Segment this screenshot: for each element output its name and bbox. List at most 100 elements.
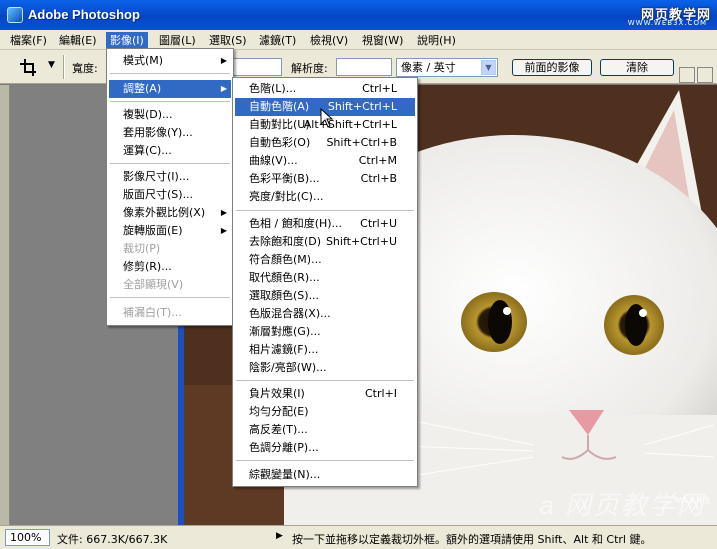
menu-divider	[236, 380, 414, 381]
status-menu-arrow-icon[interactable]: ▶	[276, 531, 283, 541]
resolution-label: 解析度:	[291, 62, 328, 75]
palette-well-icon[interactable]	[697, 67, 713, 83]
menu-item-curves[interactable]: 曲線(V)... Ctrl+M	[235, 152, 415, 170]
menu-item-adjust[interactable]: 調整(A) ▶	[109, 80, 231, 98]
menu-divider	[236, 210, 414, 211]
menu-item-desaturate[interactable]: 去除飽和度(D) Shift+Ctrl+U	[235, 233, 415, 251]
menu-item-label: 全部顯現(V)	[123, 278, 184, 291]
front-image-button[interactable]: 前面的影像	[512, 59, 592, 76]
menu-item-photo-filter[interactable]: 相片濾鏡(F)...	[235, 341, 415, 359]
menu-item-auto-color[interactable]: 自動色彩(O) Shift+Ctrl+B	[235, 134, 415, 152]
menu-divider	[110, 297, 230, 298]
menu-item-mode[interactable]: 模式(M) ▶	[109, 52, 231, 70]
toolbox-palette	[0, 85, 10, 525]
submenu-arrow-icon: ▶	[220, 56, 227, 65]
menu-item-variations[interactable]: 綜觀變量(N)...	[235, 466, 415, 484]
menu-item-label: 運算(C)...	[123, 144, 172, 157]
window-title: Adobe Photoshop	[28, 7, 140, 22]
menu-item-reveal-all: 全部顯現(V)	[109, 276, 231, 294]
width-label: 寬度:	[72, 62, 98, 75]
resolution-unit-select[interactable]: 像素 / 英寸 ▼	[396, 58, 498, 77]
menu-item-brightness-contrast[interactable]: 亮度/對比(C)...	[235, 188, 415, 206]
mouse-cursor-icon	[320, 108, 334, 128]
menu-item-label: 自動色階(A)	[249, 100, 310, 113]
submenu-arrow-icon: ▶	[220, 226, 227, 235]
menu-window[interactable]: 視窗(W)	[358, 32, 407, 49]
menu-item-label: 陰影/亮部(W)...	[249, 361, 327, 374]
menu-item-image-size[interactable]: 影像尺寸(I)...	[109, 168, 231, 186]
menu-item-rotate-canvas[interactable]: 旋轉版面(E) ▶	[109, 222, 231, 240]
menu-item-label: 色彩平衡(B)...	[249, 172, 320, 185]
menu-item-selective-color[interactable]: 選取顏色(S)...	[235, 287, 415, 305]
resolution-field[interactable]	[336, 58, 392, 76]
toolbar-separator	[63, 55, 65, 79]
shortcut-label: Shift+Ctrl+B	[326, 136, 397, 149]
menu-item-shadow-highlight[interactable]: 陰影/亮部(W)...	[235, 359, 415, 377]
menu-item-posterize[interactable]: 色調分離(P)...	[235, 439, 415, 457]
menu-item-gradient-map[interactable]: 漸層對應(G)...	[235, 323, 415, 341]
menu-layer[interactable]: 圖層(L)	[155, 32, 200, 49]
menu-item-channel-mixer[interactable]: 色版混合器(X)...	[235, 305, 415, 323]
adjust-submenu: 色階(L)... Ctrl+L 自動色階(A) Shift+Ctrl+L 自動對比(…	[232, 77, 418, 487]
menu-item-label: 裁切(P)	[123, 242, 161, 255]
menu-select[interactable]: 選取(S)	[205, 32, 251, 49]
menu-item-calculations[interactable]: 運算(C)...	[109, 142, 231, 160]
tool-hint-text: 按一下並拖移以定義裁切外框。額外的選項請使用 Shift、Alt 和 Ctrl …	[292, 533, 652, 546]
menu-item-label: 相片濾鏡(F)...	[249, 343, 319, 356]
clear-button[interactable]: 清除	[600, 59, 674, 76]
palette-well-icon[interactable]	[679, 67, 695, 83]
title-bar: Adobe Photoshop 网页教学网 WWW.WEB3X.COM	[0, 0, 717, 30]
menu-edit[interactable]: 編輯(E)	[55, 32, 101, 49]
zoom-field[interactable]: 100%	[5, 529, 50, 546]
menu-item-canvas-size[interactable]: 版面尺寸(S)...	[109, 186, 231, 204]
shortcut-label: Ctrl+B	[360, 172, 397, 185]
menu-item-label: 自動色彩(O)	[249, 136, 311, 149]
shortcut-label: Alt+Shift+Ctrl+L	[303, 118, 397, 131]
photoshop-app-icon	[7, 7, 23, 23]
menu-item-label: 像素外觀比例(X)	[123, 206, 206, 219]
menu-filter[interactable]: 濾鏡(T)	[255, 32, 300, 49]
menu-divider	[110, 101, 230, 102]
menu-item-label: 模式(M)	[123, 54, 164, 67]
menu-item-pixel-aspect[interactable]: 像素外觀比例(X) ▶	[109, 204, 231, 222]
tool-preset-dropdown-icon[interactable]: ▼	[48, 60, 55, 70]
shortcut-label: Shift+Ctrl+U	[325, 235, 397, 248]
menu-item-replace-color[interactable]: 取代顏色(R)...	[235, 269, 415, 287]
resolution-unit-value: 像素 / 英寸	[401, 61, 456, 74]
menu-item-trim[interactable]: 修剪(R)...	[109, 258, 231, 276]
menu-item-apply-image[interactable]: 套用影像(Y)...	[109, 124, 231, 142]
menu-item-trap: 補漏白(T)...	[109, 304, 231, 322]
menu-item-label: 影像尺寸(I)...	[123, 170, 190, 183]
menu-item-label: 去除飽和度(D)	[249, 235, 322, 248]
menu-item-match-color[interactable]: 符合顏色(M)...	[235, 251, 415, 269]
menu-divider	[110, 73, 230, 74]
menu-item-label: 色相 / 飽和度(H)...	[249, 217, 343, 230]
chevron-down-icon[interactable]: ▼	[481, 60, 496, 75]
menu-item-label: 漸層對應(G)...	[249, 325, 321, 338]
menu-bar: 檔案(F) 編輯(E) 影像(I) 圖層(L) 選取(S) 濾鏡(T) 檢視(V…	[0, 30, 717, 50]
width-field[interactable]	[232, 58, 282, 76]
watermark-text: WEB开发	[676, 496, 711, 505]
shortcut-label: Ctrl+U	[360, 217, 397, 230]
shortcut-label: Shift+Ctrl+L	[327, 100, 397, 113]
menu-item-hue-saturation[interactable]: 色相 / 飽和度(H)... Ctrl+U	[235, 215, 415, 233]
menu-item-label: 色調分離(P)...	[249, 441, 319, 454]
menu-view[interactable]: 檢視(V)	[306, 32, 352, 49]
submenu-arrow-icon: ▶	[220, 84, 227, 93]
menu-item-invert[interactable]: 負片效果(I) Ctrl+I	[235, 385, 415, 403]
menu-item-color-balance[interactable]: 色彩平衡(B)... Ctrl+B	[235, 170, 415, 188]
crop-tool-icon[interactable]	[20, 58, 38, 76]
menu-item-equalize[interactable]: 均勻分配(E)	[235, 403, 415, 421]
menu-item-label: 版面尺寸(S)...	[123, 188, 194, 201]
menu-image[interactable]: 影像(I)	[106, 32, 148, 49]
menu-file[interactable]: 檔案(F)	[6, 32, 51, 49]
menu-item-label: 高反差(T)...	[249, 423, 308, 436]
menu-item-threshold[interactable]: 高反差(T)...	[235, 421, 415, 439]
shortcut-label: Ctrl+M	[358, 154, 397, 167]
menu-item-label: 補漏白(T)...	[123, 306, 182, 319]
menu-item-levels[interactable]: 色階(L)... Ctrl+L	[235, 80, 415, 98]
menu-item-duplicate[interactable]: 複製(D)...	[109, 106, 231, 124]
menu-help[interactable]: 說明(H)	[413, 32, 460, 49]
menu-item-crop: 裁切(P)	[109, 240, 231, 258]
menu-item-label: 旋轉版面(E)	[123, 224, 183, 237]
